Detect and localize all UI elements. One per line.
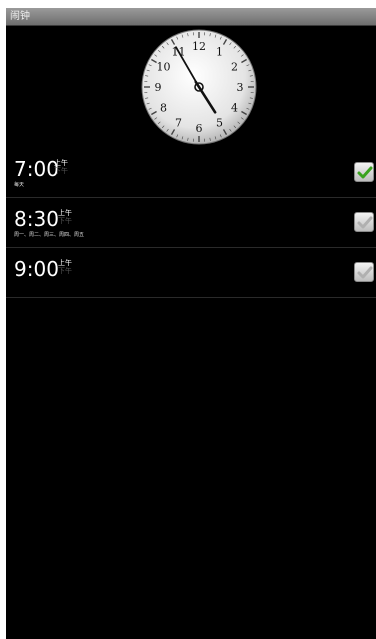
checkmark-icon (357, 166, 373, 179)
alarm-repeat-days: 周一、周二、周三、周四、周五 (14, 232, 85, 238)
clock-numeral: 2 (231, 61, 238, 74)
ampm-indicator: 上午 下午 (58, 259, 78, 275)
ampm-indicator: 上午 下午 (58, 209, 78, 225)
clock-numeral: 6 (196, 122, 203, 135)
alarm-time: 7:00 (14, 157, 59, 181)
analog-clock[interactable]: 121234567891011 (140, 28, 258, 146)
alarm-time: 9:00 (14, 257, 59, 281)
clock-numeral: 3 (237, 81, 244, 94)
clock-numeral: 12 (192, 40, 206, 53)
alarm-time: 8:30 (14, 207, 59, 231)
alarm-clock-screen: 闹钟 121234567891011 7:00 上午 下午 每天 (6, 8, 376, 639)
app-title: 闹钟 (10, 11, 30, 22)
clock-numeral: 1 (216, 45, 223, 58)
clock-numeral: 7 (175, 117, 182, 130)
alarm-row-1[interactable]: 8:30 上午 下午 周一、周二、周三、周四、周五 (6, 198, 376, 248)
am-label: 上午 (54, 159, 68, 167)
clock-numeral: 5 (216, 117, 223, 130)
ampm-indicator: 上午 下午 (54, 159, 74, 175)
pm-label: 下午 (58, 267, 72, 275)
clock-numeral: 9 (155, 81, 162, 94)
pm-label: 下午 (58, 217, 72, 225)
alarm-list: 7:00 上午 下午 每天 8:30 上午 下午 周一、周二、周三、周四、周五 (6, 148, 376, 298)
am-label: 上午 (58, 209, 72, 217)
alarm-enable-checkbox[interactable] (354, 162, 374, 182)
am-label: 上午 (58, 259, 72, 267)
alarm-enable-checkbox[interactable] (354, 212, 374, 232)
clock-numeral: 10 (156, 61, 170, 74)
clock-numeral: 4 (231, 102, 238, 115)
alarm-row-0[interactable]: 7:00 上午 下午 每天 (6, 148, 376, 198)
pm-label: 下午 (54, 167, 68, 175)
checkmark-icon (357, 266, 373, 279)
alarm-repeat-days: 每天 (14, 182, 25, 188)
clock-numeral: 8 (160, 102, 167, 115)
checkmark-icon (357, 216, 373, 229)
alarm-enable-checkbox[interactable] (354, 262, 374, 282)
title-bar: 闹钟 (6, 8, 376, 26)
alarm-row-2[interactable]: 9:00 上午 下午 (6, 248, 376, 298)
